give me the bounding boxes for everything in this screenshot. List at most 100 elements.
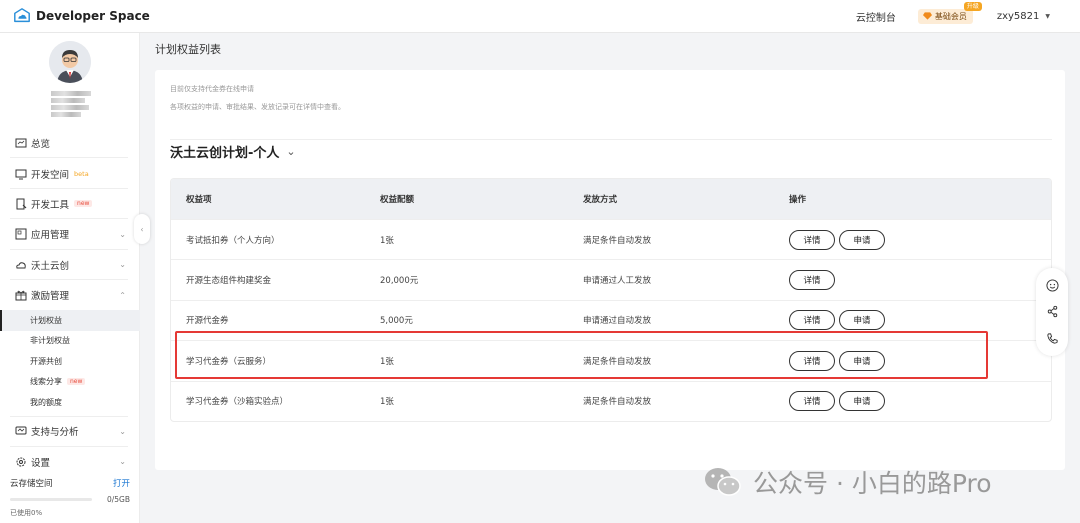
console-link[interactable]: 云控制台 xyxy=(856,9,896,24)
member-label: 基础会员 xyxy=(934,11,967,21)
share-icon[interactable] xyxy=(1046,305,1059,318)
benefits-table: 权益项 权益配额 发放方式 操作 考试抵扣券（个人方向） 1张 满足条件自动发放… xyxy=(170,178,1052,422)
cloud-icon xyxy=(16,262,26,269)
chevron-up-icon: ⌃ xyxy=(119,290,126,300)
sidebar-item-lead-sharing[interactable]: 线索分享 new xyxy=(30,372,140,392)
table-row: 学习代金券（沙箱实验点） 1张 满足条件自动发放 详情 申请 xyxy=(171,380,1051,421)
sidebar-item-open-source[interactable]: 开源共创 xyxy=(30,351,140,371)
tip-text: 目前仅支持代金券在线申请 xyxy=(170,85,254,93)
detail-button[interactable]: 详情 xyxy=(789,310,835,331)
sidebar-item-label: 开发空间 xyxy=(31,169,70,181)
tip-text: 各项权益的申请、审批结果、发放记录可在详情中查看。 xyxy=(170,103,345,111)
brand[interactable]: Developer Space xyxy=(13,7,150,25)
plan-selector[interactable]: 沃土云创计划-个人 ⌄ xyxy=(170,142,296,161)
cloud-logo-icon xyxy=(14,8,30,23)
sidebar-item-incentive-management[interactable]: 激励管理 ⌃ xyxy=(0,280,140,310)
smiley-icon[interactable] xyxy=(1045,279,1059,292)
phone-icon[interactable] xyxy=(1046,332,1059,345)
storage-used: 已使用0% xyxy=(10,509,43,517)
divider xyxy=(170,139,1052,140)
sidebar-item-label: 设置 xyxy=(31,457,51,469)
benefit-quota: 5,000元 xyxy=(380,316,413,327)
support-icon xyxy=(15,426,27,435)
beta-tag: beta xyxy=(74,169,89,178)
page-title: 计划权益列表 xyxy=(155,43,221,56)
benefits-card: 目前仅支持代金券在线申请 各项权益的申请、审批结果、发放记录可在详情中查看。 沃… xyxy=(155,70,1065,470)
benefit-quota: 1张 xyxy=(380,397,394,408)
incentive-submenu: 计划权益 非计划权益 开源共创 线索分享 new 我的额度 xyxy=(0,310,140,412)
new-tag: new xyxy=(67,378,86,386)
benefit-quota: 20,000元 xyxy=(380,276,419,287)
sidebar-item-label: 沃土云创 xyxy=(31,260,70,272)
benefit-name: 学习代金券（沙箱实验点） xyxy=(186,397,289,408)
storage-panel: 云存储空间 打开 0/5GB 已使用0% xyxy=(10,477,130,518)
sidebar-item-settings[interactable]: 设置 ⌄ xyxy=(0,447,140,477)
gift-icon xyxy=(15,290,27,301)
benefit-method: 申请通过自动发放 xyxy=(583,316,652,327)
table-row: 开源生态组件构建奖金 20,000元 申请通过人工发放 详情 xyxy=(171,259,1051,299)
chevron-down-icon: ⌄ xyxy=(119,457,126,467)
overview-icon xyxy=(15,138,27,148)
benefit-quota: 1张 xyxy=(380,235,394,246)
new-tag: new xyxy=(74,200,93,208)
detail-button[interactable]: 详情 xyxy=(789,270,835,291)
sidebar-item-plan-benefits[interactable]: 计划权益 xyxy=(0,310,140,332)
sidebar-item-app-management[interactable]: 应用管理 ⌄ xyxy=(0,219,140,250)
chevron-down-icon: ⌄ xyxy=(286,145,296,158)
top-bar: Developer Space 云控制台 基础会员 升级 zxy5821 ▼ xyxy=(0,0,1080,33)
sidebar-item-overview[interactable]: 总览 xyxy=(0,128,140,159)
sidebar-item-label: 总览 xyxy=(31,139,51,151)
column-header: 权益项 xyxy=(186,195,212,205)
blurred-username xyxy=(51,91,91,117)
benefit-name: 开源生态组件构建奖金 xyxy=(186,276,272,287)
member-badge[interactable]: 基础会员 升级 xyxy=(917,1,982,24)
column-header: 权益配额 xyxy=(380,195,415,205)
chevron-down-icon: ⌄ xyxy=(119,260,126,270)
apply-button[interactable]: 申请 xyxy=(839,229,885,250)
sidebar-item-my-quota[interactable]: 我的额度 xyxy=(30,392,140,412)
benefit-method: 满足条件自动发放 xyxy=(583,235,652,246)
detail-button[interactable]: 详情 xyxy=(789,229,835,250)
plan-title: 沃土云创计划-个人 xyxy=(170,146,280,161)
settings-icon xyxy=(16,457,26,467)
upgrade-tag[interactable]: 升级 xyxy=(963,1,982,11)
storage-progress-bar xyxy=(10,498,92,501)
apply-button[interactable]: 申请 xyxy=(839,391,885,412)
sidebar-item-support-analysis[interactable]: 支持与分析 ⌄ xyxy=(0,416,140,447)
apply-button[interactable]: 申请 xyxy=(839,310,885,331)
chevron-down-icon: ⌄ xyxy=(119,229,126,239)
username[interactable]: zxy5821 xyxy=(997,11,1040,22)
app-icon xyxy=(15,228,27,240)
storage-amount: 0/5GB xyxy=(106,495,130,504)
floating-toolbar xyxy=(1036,268,1068,356)
chevron-down-icon: ⌄ xyxy=(119,426,126,436)
diamond-icon xyxy=(922,12,932,20)
benefit-method: 申请通过人工发放 xyxy=(583,276,652,287)
sidebar-item-non-plan-benefits[interactable]: 非计划权益 xyxy=(30,331,140,351)
benefit-name: 开源代金券 xyxy=(186,316,229,327)
benefit-method: 满足条件自动发放 xyxy=(583,397,652,408)
sidebar: 总览 开发空间 beta 开发工具 new 应用管理 ⌄ 沃土云创 ⌄ 激励管理… xyxy=(0,33,140,523)
avatar[interactable] xyxy=(49,41,91,83)
sidebar-subitem-label: 计划权益 xyxy=(30,316,62,326)
sidebar-nav: 总览 开发空间 beta 开发工具 new 应用管理 ⌄ 沃土云创 ⌄ 激励管理… xyxy=(0,128,140,477)
sidebar-item-wotu-cloud[interactable]: 沃土云创 ⌄ xyxy=(0,250,140,280)
table-row: 考试抵扣券（个人方向） 1张 满足条件自动发放 详情 申请 xyxy=(171,219,1051,259)
storage-label: 云存储空间 xyxy=(10,479,53,489)
detail-button[interactable]: 详情 xyxy=(789,391,835,412)
sidebar-item-label: 应用管理 xyxy=(31,230,70,242)
brand-name: Developer Space xyxy=(36,9,150,23)
column-header: 操作 xyxy=(789,195,807,205)
watermark: 公众号 · 小白的路Pro xyxy=(703,464,992,500)
highlight-annotation-box xyxy=(175,331,988,379)
storage-open-link[interactable]: 打开 xyxy=(113,477,130,489)
sidebar-item-label: 开发工具 xyxy=(31,199,70,211)
sidebar-item-dev-space[interactable]: 开发空间 beta xyxy=(0,158,140,189)
sidebar-item-dev-tools[interactable]: 开发工具 new xyxy=(0,189,140,220)
wechat-icon xyxy=(705,468,741,496)
sidebar-collapse-button[interactable]: ‹ xyxy=(134,214,150,244)
sidebar-subitem-label: 非计划权益 xyxy=(30,336,70,346)
table-header: 权益项 权益配额 发放方式 操作 xyxy=(171,179,1051,219)
sidebar-item-label: 激励管理 xyxy=(31,291,70,303)
caret-down-icon[interactable]: ▼ xyxy=(1045,13,1050,20)
